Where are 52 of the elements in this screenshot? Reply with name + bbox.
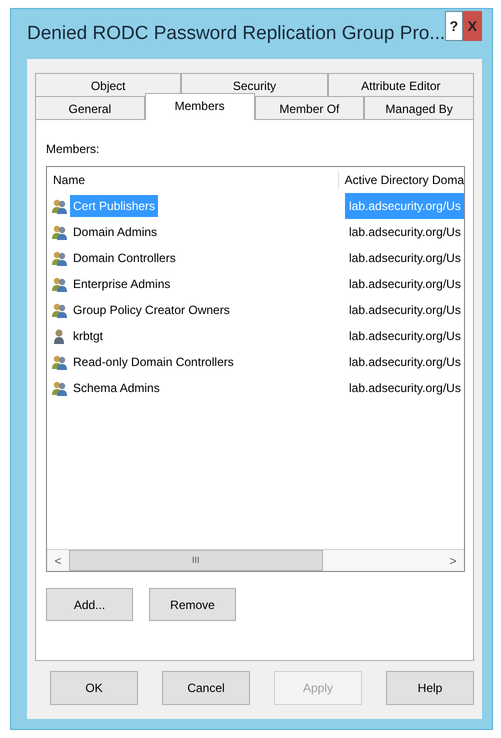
close-button[interactable]: X xyxy=(462,11,482,41)
list-row[interactable]: Schema Admins lab.adsecurity.org/Us xyxy=(47,375,464,401)
list-row[interactable]: krbtgt lab.adsecurity.org/Us xyxy=(47,323,464,349)
window-title: Denied RODC Password Replication Group Pro... xyxy=(27,22,446,46)
tab[interactable]: General xyxy=(35,96,145,119)
domain-path: lab.adsecurity.org/Us xyxy=(348,380,462,397)
dialog-button[interactable]: OK xyxy=(50,671,138,705)
group-icon xyxy=(51,354,68,370)
domain-path: lab.adsecurity.org/Us xyxy=(348,250,462,267)
member-name: Cert Publishers xyxy=(70,195,158,217)
members-label: Members: xyxy=(46,141,100,158)
dialog-button[interactable]: Cancel xyxy=(162,671,250,705)
group-icon xyxy=(51,302,68,318)
member-button[interactable]: Remove xyxy=(149,588,236,621)
list-row[interactable]: Group Policy Creator Owners lab.adsecurity.org/Us xyxy=(47,297,464,323)
tab[interactable]: Object xyxy=(35,73,182,96)
column-header[interactable]: Name xyxy=(47,171,338,189)
domain-path: lab.adsecurity.org/Us xyxy=(348,224,462,241)
help-button[interactable]: ? xyxy=(445,11,463,41)
domain-path: lab.adsecurity.org/Us xyxy=(348,354,462,371)
domain-path: lab.adsecurity.org/Us xyxy=(348,302,462,319)
group-icon xyxy=(51,380,68,396)
group-icon xyxy=(51,276,68,292)
list-row[interactable]: Enterprise Admins lab.adsecurity.org/Us xyxy=(47,271,464,297)
member-name: krbtgt xyxy=(72,328,104,345)
horizontal-scrollbar[interactable]: < III > xyxy=(47,549,464,571)
tab[interactable]: Member Of xyxy=(254,96,364,119)
member-button[interactable]: Add... xyxy=(46,588,133,621)
tab[interactable]: Attribute Editor xyxy=(328,73,474,96)
domain-path: lab.adsecurity.org/Us xyxy=(348,276,462,293)
tab[interactable]: Managed By xyxy=(364,96,474,119)
member-name: Domain Controllers xyxy=(72,250,177,267)
member-name: Group Policy Creator Owners xyxy=(72,302,231,319)
group-icon xyxy=(51,250,68,266)
domain-path: lab.adsecurity.org/Us xyxy=(348,328,462,345)
scroll-thumb[interactable]: III xyxy=(69,550,323,571)
member-name: Schema Admins xyxy=(72,380,161,397)
member-name: Read-only Domain Controllers xyxy=(72,354,235,371)
dialog-button[interactable]: Help xyxy=(386,671,474,705)
tab[interactable]: Members xyxy=(144,93,254,120)
member-name: Domain Admins xyxy=(72,224,158,241)
group-icon xyxy=(51,224,68,240)
list-row[interactable]: Domain Admins lab.adsecurity.org/Us xyxy=(47,219,464,245)
domain-path: lab.adsecurity.org/Us xyxy=(345,193,464,219)
member-name: Enterprise Admins xyxy=(72,276,172,293)
column-header[interactable]: Active Directory Doma xyxy=(338,171,464,189)
scroll-right-button[interactable]: > xyxy=(442,550,464,571)
list-row[interactable]: Read-only Domain Controllers lab.adsecurity.org/Us xyxy=(47,349,464,375)
tab[interactable]: Security xyxy=(181,73,328,96)
list-row[interactable]: Domain Controllers lab.adsecurity.org/Us xyxy=(47,245,464,271)
group-icon xyxy=(51,198,68,214)
scroll-left-button[interactable]: < xyxy=(47,550,69,571)
